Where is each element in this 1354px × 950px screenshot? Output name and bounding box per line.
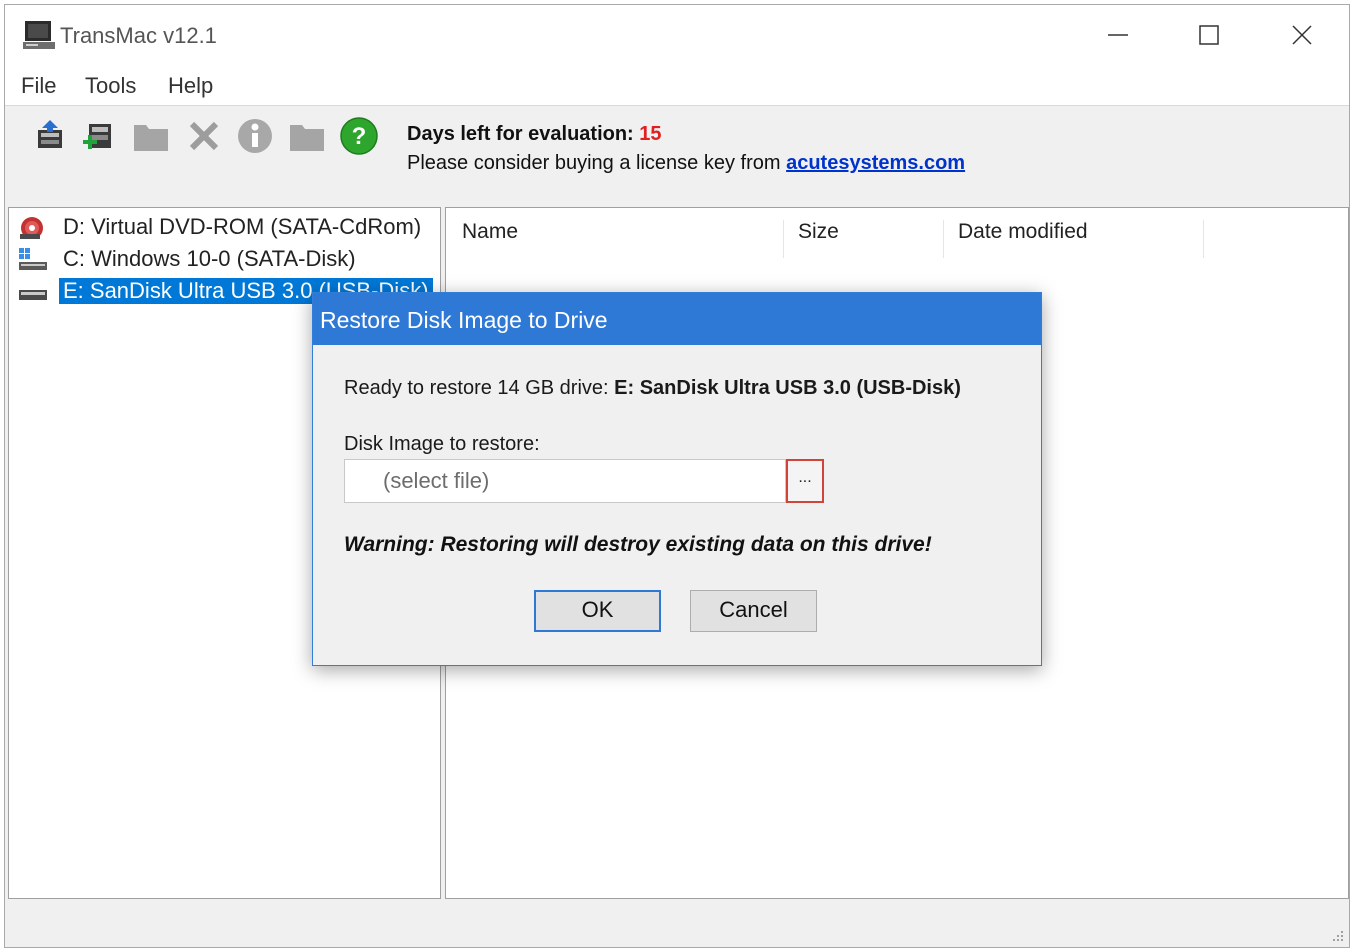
- drive-label: C: Windows 10-0 (SATA-Disk): [63, 246, 356, 271]
- restore-dialog: Restore Disk Image to Drive Ready to res…: [312, 292, 1042, 666]
- ok-button[interactable]: OK: [534, 590, 661, 632]
- menu-help[interactable]: Help: [168, 73, 213, 99]
- add-disk-image-icon: [83, 124, 111, 149]
- evaluation-label: Days left for evaluation:: [407, 123, 640, 145]
- new-folder-icon: [290, 125, 324, 151]
- delete-button[interactable]: [184, 116, 224, 156]
- ready-message: Ready to restore 14 GB drive: E: SanDisk…: [344, 377, 961, 400]
- dialog-title-bar: Restore Disk Image to Drive: [313, 293, 1041, 345]
- menu-tools[interactable]: Tools: [85, 73, 136, 99]
- drive-item-c[interactable]: C: Windows 10-0 (SATA-Disk): [17, 244, 440, 274]
- evaluation-days-count: 15: [639, 123, 662, 145]
- license-notice: Please consider buying a license key fro…: [407, 152, 965, 175]
- license-link[interactable]: acutesystems.com: [786, 152, 965, 174]
- license-text: Please consider buying a license key fro…: [407, 152, 787, 174]
- column-header-date-modified[interactable]: Date modified: [944, 220, 1204, 258]
- restore-disk-image-icon: [38, 120, 62, 148]
- help-button[interactable]: ?: [339, 116, 379, 156]
- windows-disk-icon: [19, 248, 47, 270]
- maximize-button[interactable]: [1186, 15, 1232, 55]
- menu-file[interactable]: File: [21, 73, 56, 99]
- warning-message: Warning: Restoring will destroy existing…: [344, 533, 932, 556]
- folder-icon: [134, 125, 168, 151]
- window-title: TransMac v12.1: [60, 23, 217, 48]
- usb-drive-icon: [19, 290, 47, 300]
- ready-prefix: Ready to restore 14 GB drive:: [344, 377, 615, 399]
- drive-label: D: Virtual DVD-ROM (SATA-CdRom): [63, 214, 422, 239]
- toolbar: ? Days left for evaluation: 15 Please co…: [5, 106, 1349, 206]
- maximize-icon: [1199, 25, 1219, 45]
- title-bar: TransMac v12.1: [5, 5, 1349, 67]
- resize-grip-icon[interactable]: [1329, 927, 1345, 943]
- disk-image-file-input[interactable]: [344, 459, 786, 503]
- column-header-size[interactable]: Size: [784, 220, 944, 258]
- close-button[interactable]: [1279, 15, 1325, 55]
- info-button[interactable]: [235, 116, 275, 156]
- menu-bar: File Tools Help: [5, 67, 1349, 106]
- ready-drive-name: E: SanDisk Ultra USB 3.0 (USB-Disk): [614, 377, 961, 399]
- evaluation-notice: Days left for evaluation: 15: [407, 123, 662, 146]
- app-icon: [23, 21, 55, 49]
- dvd-drive-icon: [20, 217, 43, 239]
- help-icon: ?: [340, 117, 378, 155]
- add-disk-image-button[interactable]: [79, 116, 119, 156]
- status-bar: [5, 901, 1349, 947]
- delete-icon: [189, 121, 219, 151]
- drive-item-d[interactable]: D: Virtual DVD-ROM (SATA-CdRom): [17, 212, 440, 242]
- disk-image-label: Disk Image to restore:: [344, 433, 540, 455]
- restore-disk-image-button[interactable]: [30, 116, 70, 156]
- info-icon: [238, 119, 272, 153]
- minimize-button[interactable]: [1095, 15, 1141, 55]
- svg-text:?: ?: [352, 123, 367, 150]
- folder-button[interactable]: [131, 116, 171, 156]
- cancel-button[interactable]: Cancel: [690, 590, 817, 632]
- dialog-title: Restore Disk Image to Drive: [320, 307, 608, 333]
- minimize-icon: [1108, 34, 1128, 36]
- close-icon: [1292, 25, 1312, 45]
- browse-button[interactable]: ...: [786, 459, 824, 503]
- new-folder-button[interactable]: [287, 116, 327, 156]
- column-header-name[interactable]: Name: [448, 220, 784, 258]
